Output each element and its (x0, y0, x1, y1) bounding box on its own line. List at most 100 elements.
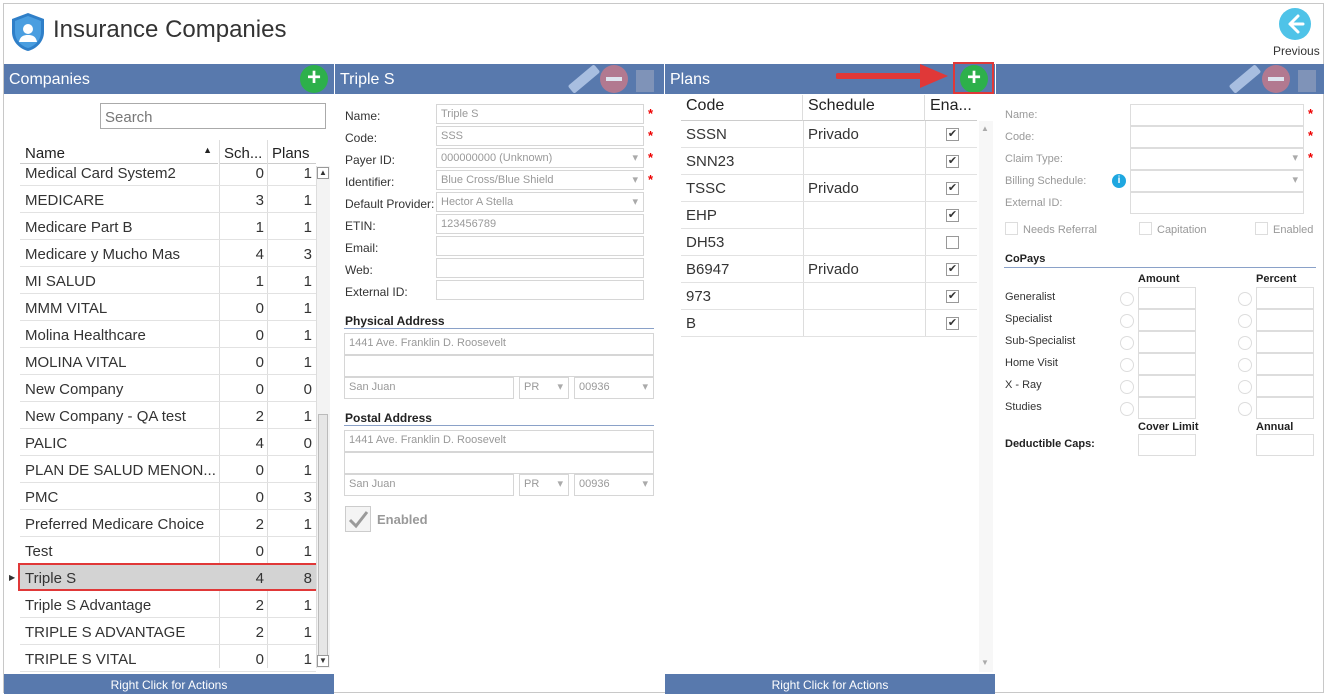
postal-address-line1[interactable]: 1441 Ave. Franklin D. Roosevelt (344, 430, 654, 452)
needs-referral-checkbox[interactable] (1005, 222, 1018, 235)
plan-row[interactable]: EHP ✔ (681, 202, 977, 229)
plan-external-id-field[interactable] (1130, 192, 1304, 214)
payer-id-select[interactable]: 000000000 (Unknown) (436, 148, 644, 168)
plans-scrollbar[interactable] (979, 121, 993, 672)
company-row[interactable]: PMC 0 3 (20, 483, 316, 510)
plan-enabled-checkbox[interactable]: ✔ (946, 155, 959, 168)
amount-radio[interactable] (1120, 402, 1134, 416)
enabled-checkbox[interactable] (345, 506, 371, 532)
add-company-button[interactable]: + (300, 65, 328, 93)
postal-state-select[interactable]: PR (519, 474, 569, 496)
plan-enabled-checkbox[interactable] (1255, 222, 1268, 235)
physical-address-line2[interactable] (344, 355, 654, 377)
company-row[interactable]: MMM VITAL 0 1 (20, 294, 316, 321)
percent-radio[interactable] (1238, 336, 1252, 350)
capitation-checkbox[interactable] (1139, 222, 1152, 235)
amount-radio[interactable] (1120, 358, 1134, 372)
amount-field[interactable] (1138, 309, 1196, 331)
claim-type-select[interactable] (1130, 148, 1304, 170)
external-id-field[interactable] (436, 280, 644, 300)
name-field[interactable]: Triple S (436, 104, 644, 124)
amount-field[interactable] (1138, 397, 1196, 419)
company-row[interactable]: Molina Healthcare 0 1 (20, 321, 316, 348)
percent-field[interactable] (1256, 287, 1314, 309)
plan-enabled-checkbox[interactable]: ✔ (946, 182, 959, 195)
percent-radio[interactable] (1238, 402, 1252, 416)
plans-column-code[interactable]: Code (681, 95, 803, 121)
plan-row[interactable]: DH53 (681, 229, 977, 256)
previous-button[interactable] (1279, 8, 1311, 40)
company-row[interactable]: Preferred Medicare Choice 2 1 (20, 510, 316, 537)
default-provider-select[interactable]: Hector A Stella (436, 192, 644, 212)
scroll-down-button[interactable]: ▼ (981, 658, 989, 667)
company-row[interactable]: New Company - QA test 2 1 (20, 402, 316, 429)
plan-enabled-checkbox[interactable]: ✔ (946, 263, 959, 276)
plan-enabled-checkbox[interactable]: ✔ (946, 317, 959, 330)
scroll-thumb[interactable] (318, 414, 328, 666)
billing-schedule-select[interactable] (1130, 170, 1304, 192)
plan-code-field[interactable] (1130, 126, 1304, 148)
identifier-select[interactable]: Blue Cross/Blue Shield (436, 170, 644, 190)
plan-enabled-checkbox[interactable]: ✔ (946, 290, 959, 303)
amount-field[interactable] (1138, 331, 1196, 353)
info-icon[interactable]: i (1112, 174, 1126, 188)
postal-address-line2[interactable] (344, 452, 654, 474)
company-row[interactable]: TRIPLE S ADVANTAGE 2 1 (20, 618, 316, 645)
plan-enabled-checkbox[interactable]: ✔ (946, 128, 959, 141)
percent-field[interactable] (1256, 397, 1314, 419)
plan-name-field[interactable] (1130, 104, 1304, 126)
physical-city-field[interactable]: San Juan (344, 377, 514, 399)
company-row[interactable]: PALIC 4 0 (20, 429, 316, 456)
company-row[interactable]: Medical Card System2 0 1 (20, 159, 316, 186)
plan-row[interactable]: SNN23 ✔ (681, 148, 977, 175)
physical-state-select[interactable]: PR (519, 377, 569, 399)
cover-limit-field[interactable] (1138, 434, 1196, 456)
remove-company-button[interactable] (600, 65, 628, 93)
plans-column-schedule[interactable]: Schedule (803, 95, 925, 121)
plan-row[interactable]: 973 ✔ (681, 283, 977, 310)
scroll-up-button[interactable]: ▲ (317, 167, 329, 179)
plans-column-enabled[interactable]: Ena... (925, 95, 977, 121)
search-input[interactable]: Search (100, 103, 326, 129)
percent-field[interactable] (1256, 375, 1314, 397)
amount-field[interactable] (1138, 353, 1196, 375)
amount-radio[interactable] (1120, 292, 1134, 306)
company-row[interactable]: MOLINA VITAL 0 1 (20, 348, 316, 375)
company-row[interactable]: PLAN DE SALUD MENON... 0 1 (20, 456, 316, 483)
plan-row[interactable]: TSSC Privado ✔ (681, 175, 977, 202)
save-icon[interactable] (636, 70, 654, 92)
save-icon[interactable] (1298, 70, 1316, 92)
postal-city-field[interactable]: San Juan (344, 474, 514, 496)
company-row[interactable]: MEDICARE 3 1 (20, 186, 316, 213)
company-row[interactable]: Triple S Advantage 2 1 (20, 591, 316, 618)
percent-field[interactable] (1256, 353, 1314, 375)
physical-address-line1[interactable]: 1441 Ave. Franklin D. Roosevelt (344, 333, 654, 355)
postal-zip-select[interactable]: 00936 (574, 474, 654, 496)
remove-plan-button[interactable] (1262, 65, 1290, 93)
company-row[interactable]: New Company 0 0 (20, 375, 316, 402)
amount-radio[interactable] (1120, 314, 1134, 328)
plan-row[interactable]: B6947 Privado ✔ (681, 256, 977, 283)
company-row[interactable]: MI SALUD 1 1 (20, 267, 316, 294)
company-row[interactable]: Medicare Part B 1 1 (20, 213, 316, 240)
plan-row[interactable]: B ✔ (681, 310, 977, 337)
percent-radio[interactable] (1238, 358, 1252, 372)
email-field[interactable] (436, 236, 644, 256)
percent-field[interactable] (1256, 309, 1314, 331)
percent-radio[interactable] (1238, 292, 1252, 306)
company-row[interactable]: Test 0 1 (20, 537, 316, 564)
amount-field[interactable] (1138, 287, 1196, 309)
plan-enabled-checkbox[interactable]: ✔ (946, 209, 959, 222)
percent-field[interactable] (1256, 331, 1314, 353)
percent-radio[interactable] (1238, 314, 1252, 328)
plan-row[interactable]: SSSN Privado ✔ (681, 121, 977, 148)
annual-field[interactable] (1256, 434, 1314, 456)
web-field[interactable] (436, 258, 644, 278)
amount-radio[interactable] (1120, 380, 1134, 394)
etin-field[interactable]: 123456789 (436, 214, 644, 234)
physical-zip-select[interactable]: 00936 (574, 377, 654, 399)
percent-radio[interactable] (1238, 380, 1252, 394)
company-row[interactable]: Medicare y Mucho Mas 4 3 (20, 240, 316, 267)
plan-enabled-checkbox[interactable] (946, 236, 959, 249)
amount-field[interactable] (1138, 375, 1196, 397)
